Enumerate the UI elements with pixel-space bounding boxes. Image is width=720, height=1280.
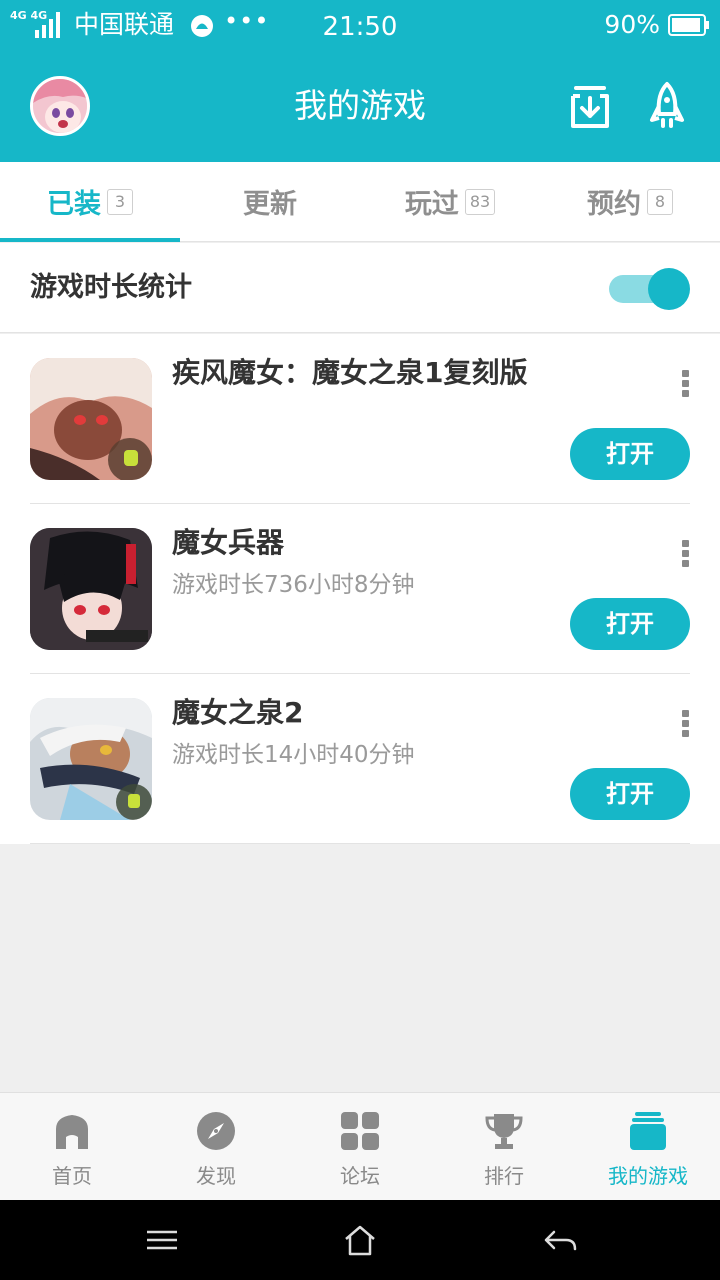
tab-played[interactable]: 玩过 83: [360, 162, 540, 241]
open-button[interactable]: 打开: [570, 428, 690, 480]
home-icon: [56, 1115, 88, 1149]
battery-percent: 90%: [604, 10, 660, 39]
game-icon-2[interactable]: [30, 528, 152, 650]
compass-icon: [197, 1112, 235, 1150]
list-item[interactable]: 疾风魔女：魔女之泉1复刻版 打开: [0, 334, 720, 504]
nav-ranking[interactable]: 排行: [432, 1093, 576, 1200]
list-item[interactable]: 魔女之泉2 游戏时长14小时40分钟 打开: [0, 674, 720, 844]
game-title: 疾风魔女：魔女之泉1复刻版: [172, 356, 528, 389]
divider: [30, 843, 690, 844]
app-header: 4G 4G 中国联通 ••• 21:50 90% 我的游戏: [0, 0, 720, 162]
tab-installed[interactable]: 已装 3: [0, 162, 180, 242]
tab-reserved[interactable]: 预约 8: [540, 162, 720, 241]
trophy-icon: [485, 1114, 523, 1149]
grid-icon: [341, 1112, 379, 1150]
nav-my-games[interactable]: 我的游戏: [576, 1093, 720, 1200]
game-title: 魔女兵器: [172, 526, 285, 559]
nav-label: 论坛: [340, 1164, 380, 1188]
nav-label: 我的游戏: [608, 1164, 688, 1188]
more-options-icon[interactable]: [682, 540, 690, 568]
rocket-icon[interactable]: [644, 80, 690, 132]
game-title: 魔女之泉2: [172, 696, 304, 729]
list-item[interactable]: 魔女兵器 游戏时长736小时8分钟 打开: [0, 504, 720, 674]
active-tab-indicator: [0, 238, 180, 242]
game-playtime: 游戏时长14小时40分钟: [172, 742, 415, 768]
open-button[interactable]: 打开: [570, 598, 690, 650]
my-games-icon: [630, 1112, 666, 1150]
status-bar: 4G 4G 中国联通 ••• 21:50 90%: [0, 0, 720, 52]
more-options-icon[interactable]: [682, 370, 690, 398]
menu-icon[interactable]: [144, 1222, 180, 1258]
nav-label: 发现: [196, 1164, 236, 1188]
tab-badge: 83: [464, 188, 496, 215]
open-button[interactable]: 打开: [570, 768, 690, 820]
nav-forum[interactable]: 论坛: [288, 1093, 432, 1200]
system-nav-bar: [0, 1200, 720, 1280]
download-icon[interactable]: [567, 80, 613, 132]
battery-icon: [668, 14, 709, 36]
bottom-nav: 首页 发现 论坛 排行 我的游戏: [0, 1092, 720, 1200]
tab-badge: 8: [647, 188, 673, 215]
back-icon[interactable]: [542, 1222, 578, 1258]
playtime-stats-label: 游戏时长统计: [30, 272, 192, 303]
tab-label: 已装: [47, 189, 101, 220]
home-button-icon[interactable]: [342, 1222, 378, 1258]
nav-home[interactable]: 首页: [0, 1093, 144, 1200]
toggle-knob[interactable]: [648, 268, 690, 310]
tab-label: 更新: [243, 189, 297, 220]
more-options-icon[interactable]: [682, 710, 690, 738]
nav-label: 排行: [484, 1164, 524, 1188]
game-icon-3[interactable]: [30, 698, 152, 820]
tab-updates[interactable]: 更新: [180, 162, 360, 241]
game-icon-1[interactable]: [30, 358, 152, 480]
nav-label: 首页: [52, 1164, 92, 1188]
nav-discover[interactable]: 发现: [144, 1093, 288, 1200]
tab-label: 预约: [587, 189, 641, 220]
tab-badge: 3: [107, 188, 133, 215]
game-list: 疾风魔女：魔女之泉1复刻版 打开 魔女兵器 游戏时长736小时8分钟 打开 魔女…: [0, 334, 720, 844]
game-playtime: 游戏时长736小时8分钟: [172, 572, 415, 598]
tab-label: 玩过: [404, 189, 459, 220]
tab-bar: 已装 3 更新 玩过 83 预约 8: [0, 162, 720, 242]
